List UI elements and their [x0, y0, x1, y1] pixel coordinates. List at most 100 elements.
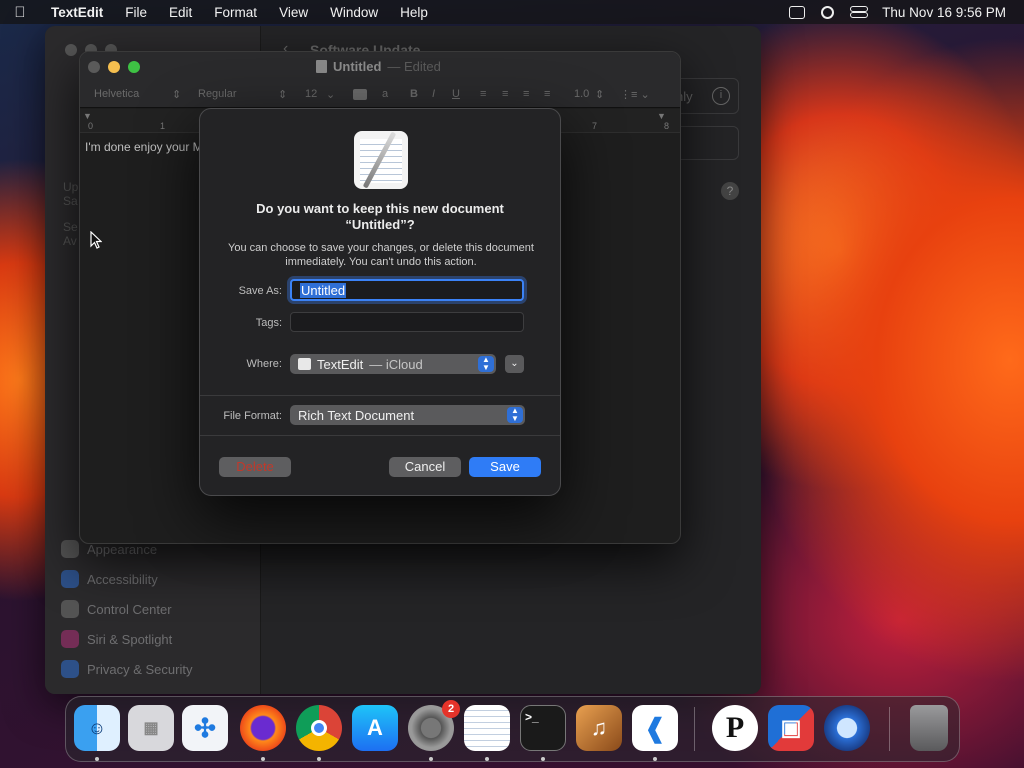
notification-badge: 2 — [442, 700, 460, 718]
ruler-mark: 7 — [592, 121, 598, 131]
running-indicator — [429, 757, 433, 761]
privacy-hand-icon — [61, 660, 79, 678]
screen-mirroring-icon[interactable] — [789, 5, 806, 19]
font-size-popup[interactable]: 12 — [305, 88, 317, 100]
control-center-icon[interactable] — [850, 6, 869, 18]
system-settings-icon[interactable]: 2 — [408, 700, 460, 751]
close-dot[interactable] — [65, 44, 77, 56]
where-popup[interactable]: TextEdit — iCloud ▲ ▼ — [290, 354, 496, 374]
highlight-icon[interactable]: a — [382, 88, 388, 100]
sidebar-ghost-text: Up — [63, 180, 79, 194]
line-spacing-popup[interactable]: 1.0 — [574, 88, 589, 100]
text-color-icon[interactable] — [353, 89, 367, 100]
popup-arrows-icon: ⇕ — [278, 89, 288, 101]
running-indicator — [95, 757, 99, 761]
spotlight-search-icon[interactable] — [821, 5, 835, 19]
quicktime-icon[interactable] — [824, 705, 870, 751]
font-style-popup[interactable]: Regular — [198, 88, 237, 100]
sidebar-item-accessibility[interactable]: Accessibility — [61, 570, 158, 588]
sidebar-item-control-center[interactable]: Control Center — [61, 600, 172, 618]
running-indicator — [261, 757, 265, 761]
dialog-title: Do you want to keep this new document “U… — [256, 201, 504, 232]
minimize-dot[interactable] — [108, 61, 120, 73]
tab-stop-icon[interactable]: ▼ — [83, 111, 92, 121]
popup-arrows-icon: ⇕ — [172, 89, 182, 101]
p-app-icon[interactable]: P — [712, 705, 758, 751]
dock-separator — [694, 707, 695, 751]
right-margin-icon[interactable]: ▼ — [657, 111, 666, 121]
menu-file[interactable]: File — [114, 5, 158, 20]
safari-icon[interactable]: ✣ — [182, 705, 228, 751]
window-title: Untitled — Edited — [316, 59, 441, 74]
delete-button[interactable]: Delete — [219, 457, 291, 477]
ruler-mark: 0 — [88, 121, 94, 131]
zoom-dot[interactable] — [128, 61, 140, 73]
justify-icon[interactable]: ≡ — [544, 88, 550, 100]
divider — [200, 435, 560, 436]
bold-icon[interactable]: B — [410, 88, 418, 100]
running-indicator — [485, 757, 489, 761]
running-indicator — [653, 757, 657, 761]
textedit-traffic-lights — [88, 61, 140, 73]
save-button[interactable]: Save — [469, 457, 541, 477]
menu-clock[interactable]: Thu Nov 16 9:56 PM — [882, 5, 1006, 20]
finder-icon[interactable]: ☺ — [74, 705, 120, 751]
format-toolbar: Helvetica ⇕ Regular ⇕ 12 ⌄ a B I U ≡ ≡ ≡… — [80, 82, 680, 108]
tags-label: Tags: — [255, 317, 282, 329]
vscode-icon[interactable]: ❰ — [632, 705, 678, 751]
align-right-icon[interactable]: ≡ — [523, 88, 529, 100]
launchpad-icon[interactable]: ▦ — [128, 705, 174, 751]
cancel-button[interactable]: Cancel — [389, 457, 461, 477]
sidebar-ghost-text: Sa — [63, 194, 78, 208]
sidebar-ghost-text: Av — [63, 234, 77, 248]
close-dot[interactable] — [88, 61, 100, 73]
align-left-icon[interactable]: ≡ — [480, 88, 486, 100]
terminal-icon[interactable]: >_ — [520, 705, 566, 751]
app-store-icon[interactable]: A — [352, 705, 398, 751]
dialog-message: You can choose to save your changes, or … — [228, 242, 534, 268]
chrome-icon[interactable] — [296, 705, 342, 751]
file-format-label: File Format: — [223, 410, 282, 422]
garageband-icon[interactable]: ♫ — [576, 705, 622, 751]
chevron-down-icon: ⌄ — [326, 89, 336, 101]
menu-app-name[interactable]: TextEdit — [40, 5, 114, 20]
textedit-folder-icon — [298, 358, 311, 370]
italic-icon[interactable]: I — [432, 88, 435, 100]
save-dialog: Do you want to keep this new document “U… — [199, 108, 561, 496]
underline-icon[interactable]: U — [452, 88, 460, 100]
sidebar-item-privacy[interactable]: Privacy & Security — [61, 660, 192, 678]
dock-separator — [889, 707, 890, 751]
siri-icon — [61, 630, 79, 648]
help-icon[interactable]: ? — [721, 182, 739, 200]
list-bullets-icon[interactable]: ⋮≡ ⌄ — [620, 88, 650, 101]
textedit-titlebar: Untitled — Edited — [80, 52, 680, 82]
font-family-popup[interactable]: Helvetica — [94, 88, 139, 100]
appearance-icon — [61, 540, 79, 558]
expand-chevron-icon[interactable]: ⌄ — [505, 355, 524, 373]
file-format-popup[interactable]: Rich Text Document ▲ ▼ — [290, 405, 525, 425]
sidebar-item-siri[interactable]: Siri & Spotlight — [61, 630, 172, 648]
info-icon[interactable]: i — [712, 87, 730, 105]
menu-view[interactable]: View — [268, 5, 319, 20]
document-text[interactable]: I'm done enjoy your M — [85, 140, 203, 154]
ruler-mark: 8 — [664, 121, 670, 131]
menu-help[interactable]: Help — [389, 5, 439, 20]
menu-edit[interactable]: Edit — [158, 5, 203, 20]
menu-window[interactable]: Window — [319, 5, 389, 20]
remote-desktop-icon[interactable]: ▣ — [768, 705, 814, 751]
ruler-mark: 1 — [160, 121, 166, 131]
running-indicator — [317, 757, 321, 761]
textedit-dock-icon[interactable] — [464, 705, 510, 751]
save-as-label: Save As: — [238, 285, 282, 297]
document-icon — [316, 60, 327, 73]
menu-format[interactable]: Format — [203, 5, 268, 20]
tags-field[interactable] — [290, 312, 524, 332]
trash-icon[interactable] — [910, 705, 948, 751]
textedit-app-icon — [354, 131, 408, 189]
popup-arrows-icon: ▲ ▼ — [507, 407, 523, 423]
firefox-icon[interactable] — [240, 705, 286, 751]
align-center-icon[interactable]: ≡ — [502, 88, 508, 100]
apple-menu-icon[interactable]:  — [0, 4, 40, 21]
save-as-field[interactable]: Untitled — [290, 279, 524, 301]
popup-arrows-icon: ⇕ — [595, 89, 605, 101]
